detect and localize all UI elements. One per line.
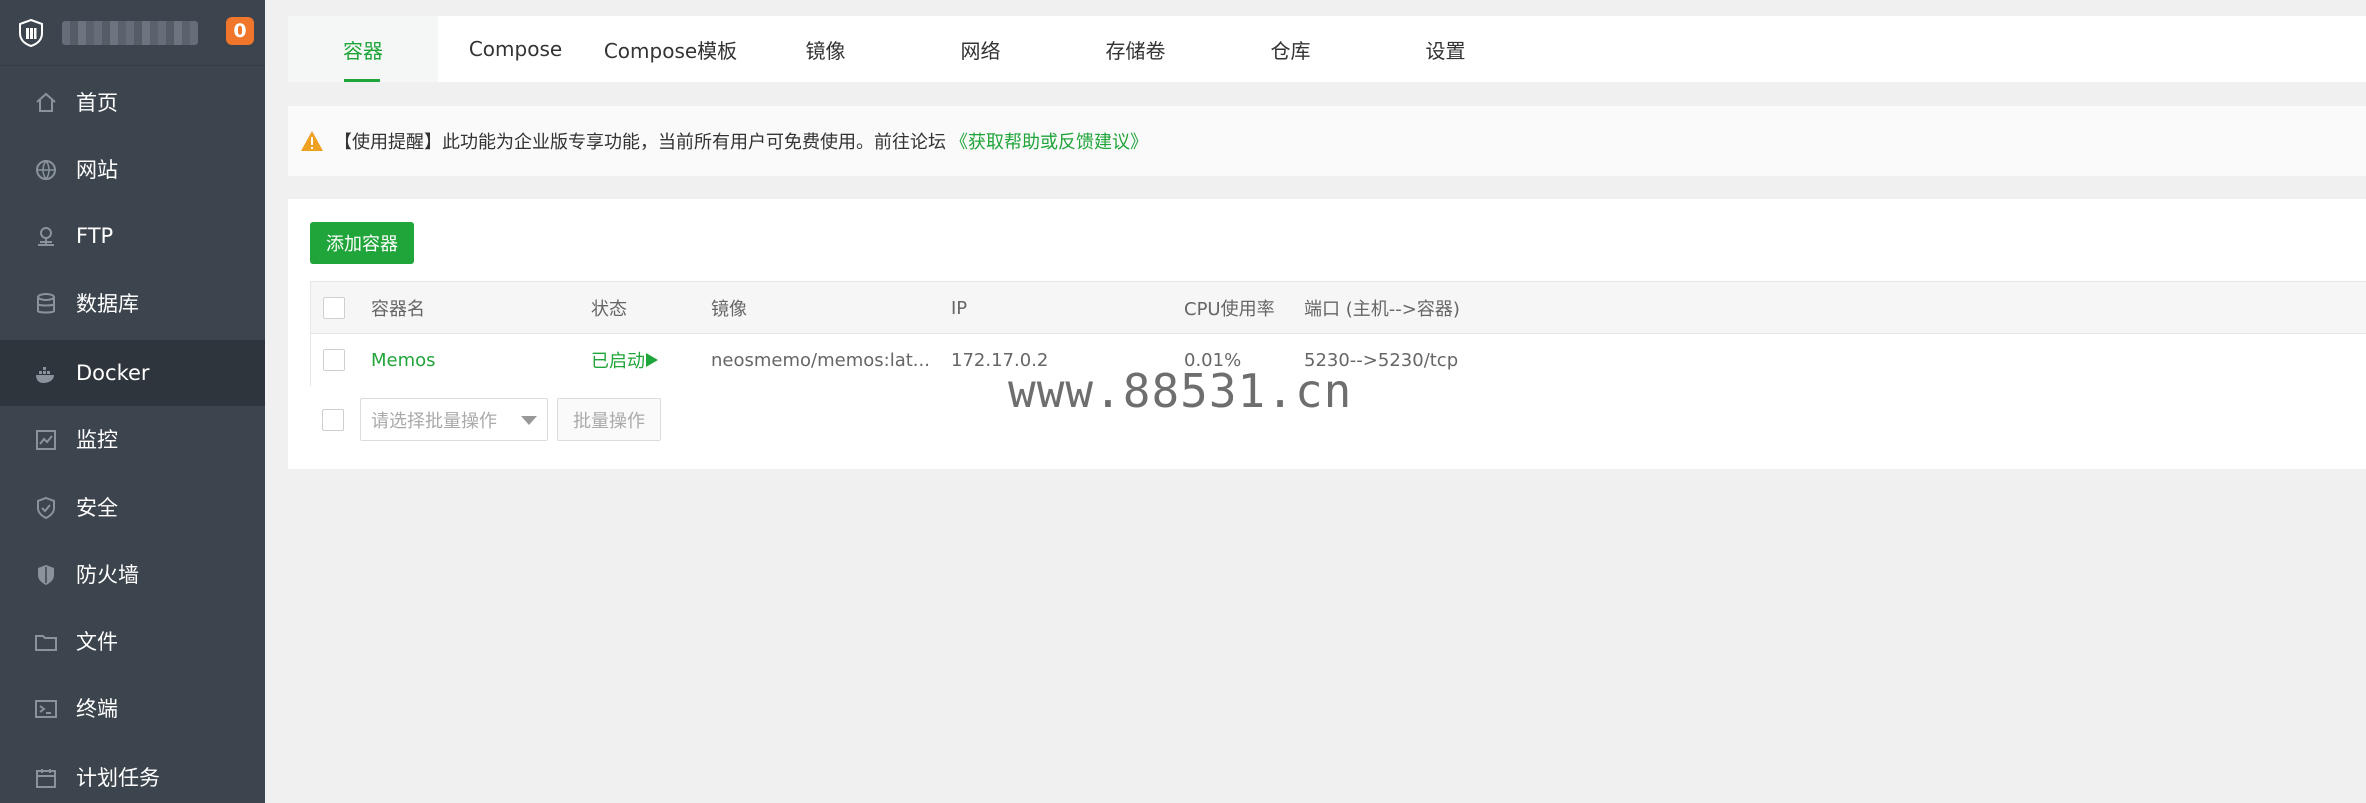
sidebar-item-label: FTP [76,224,114,248]
warning-icon [301,131,323,151]
play-icon [646,353,658,367]
sidebar-item-ftp[interactable]: FTP [0,203,265,269]
batch-operation-button[interactable]: 批量操作 [557,398,661,441]
container-name-link[interactable]: Memos [371,334,436,386]
sidebar-item-label: 计划任务 [76,766,160,790]
sidebar-item-monitor[interactable]: 监控 [0,406,265,472]
sidebar-item-files[interactable]: 文件 [0,608,265,674]
watermark: www.88531.cn [1008,364,1353,418]
chevron-down-icon [521,416,537,425]
globe-icon [36,160,56,181]
tab-volumes[interactable]: 存储卷 [1058,16,1213,82]
sidebar-item-home[interactable]: 首页 [0,69,265,135]
sidebar-item-cron[interactable]: 计划任务 [0,744,265,803]
image-cell: neosmemo/memos:lat... [711,349,930,371]
select-placeholder: 请选择批量操作 [371,410,497,432]
sidebar-item-label: 首页 [76,91,118,115]
header-image: 镜像 [711,299,747,320]
sidebar-item-label: 终端 [76,697,118,721]
sidebar-item-label: 安全 [76,496,118,520]
database-icon [37,293,55,314]
tab-containers[interactable]: 容器 [288,16,438,82]
table-header: 容器名 状态 镜像 IP CPU使用率 端口 (主机-->容器) [311,282,2366,334]
sidebar-item-label: 文件 [76,630,118,654]
sidebar-item-terminal[interactable]: 终端 [0,675,265,741]
row-checkbox[interactable] [323,349,345,371]
sidebar: 0 首页 网站 FTP 数据库 Docker 监控 安全 防火墙 文件 终端 计… [0,0,265,803]
tab-compose[interactable]: Compose [438,16,593,82]
tab-networks[interactable]: 网络 [903,16,1058,82]
firewall-icon [38,565,54,585]
sidebar-item-security[interactable]: 安全 [0,474,265,540]
batch-actions: 请选择批量操作 批量操作 [310,398,810,442]
header-status: 状态 [591,299,627,320]
shield-icon [37,496,55,520]
notification-badge[interactable]: 0 [226,17,254,45]
notice-text: 【使用提醒】此功能为企业版专享功能，当前所有用户可免费使用。前往论坛 [334,132,946,153]
docker-icon [36,367,54,383]
sidebar-item-firewall[interactable]: 防火墙 [0,541,265,607]
status-toggle[interactable]: 已启动 [591,334,659,386]
status-text: 已启动 [591,351,645,372]
tab-compose-templates[interactable]: Compose模板 [593,16,748,82]
tab-registry[interactable]: 仓库 [1213,16,1368,82]
folder-icon [35,635,57,651]
batch-operation-select[interactable]: 请选择批量操作 [360,398,548,441]
container-panel: 添加容器 容器名 状态 镜像 IP CPU使用率 端口 (主机-->容器) Me… [288,199,2366,469]
select-all-checkbox[interactable] [323,297,345,319]
header-name: 容器名 [371,299,425,320]
header-ports: 端口 (主机-->容器) [1304,299,1460,320]
sidebar-item-label: Docker [76,361,150,385]
home-icon [36,92,56,112]
sidebar-item-label: 网站 [76,158,118,182]
sidebar-item-label: 数据库 [76,292,139,316]
usage-notice: 【使用提醒】此功能为企业版专享功能，当前所有用户可免费使用。前往论坛 《获取帮助… [288,106,2366,176]
sidebar-item-label: 防火墙 [76,563,139,587]
tab-images[interactable]: 镜像 [748,16,903,82]
logo-icon[interactable] [16,18,46,48]
header-ip: IP [951,297,968,319]
sidebar-item-website[interactable]: 网站 [0,136,265,202]
sidebar-item-label: 监控 [76,428,118,452]
batch-select-checkbox[interactable] [322,409,344,431]
monitor-icon [36,430,56,450]
sidebar-item-docker[interactable]: Docker [0,340,265,406]
tab-bar: 容器 Compose Compose模板 镜像 网络 存储卷 仓库 设置 [288,16,2366,82]
header-cpu: CPU使用率 [1184,299,1275,320]
calendar-icon [36,769,56,788]
ftp-icon [38,227,54,246]
server-name-blurred [62,20,198,45]
sidebar-item-database[interactable]: 数据库 [0,270,265,336]
add-container-button[interactable]: 添加容器 [310,222,414,264]
terminal-icon [35,700,57,718]
tab-settings[interactable]: 设置 [1368,16,1523,82]
help-feedback-link[interactable]: 《获取帮助或反馈建议》 [950,128,1148,154]
